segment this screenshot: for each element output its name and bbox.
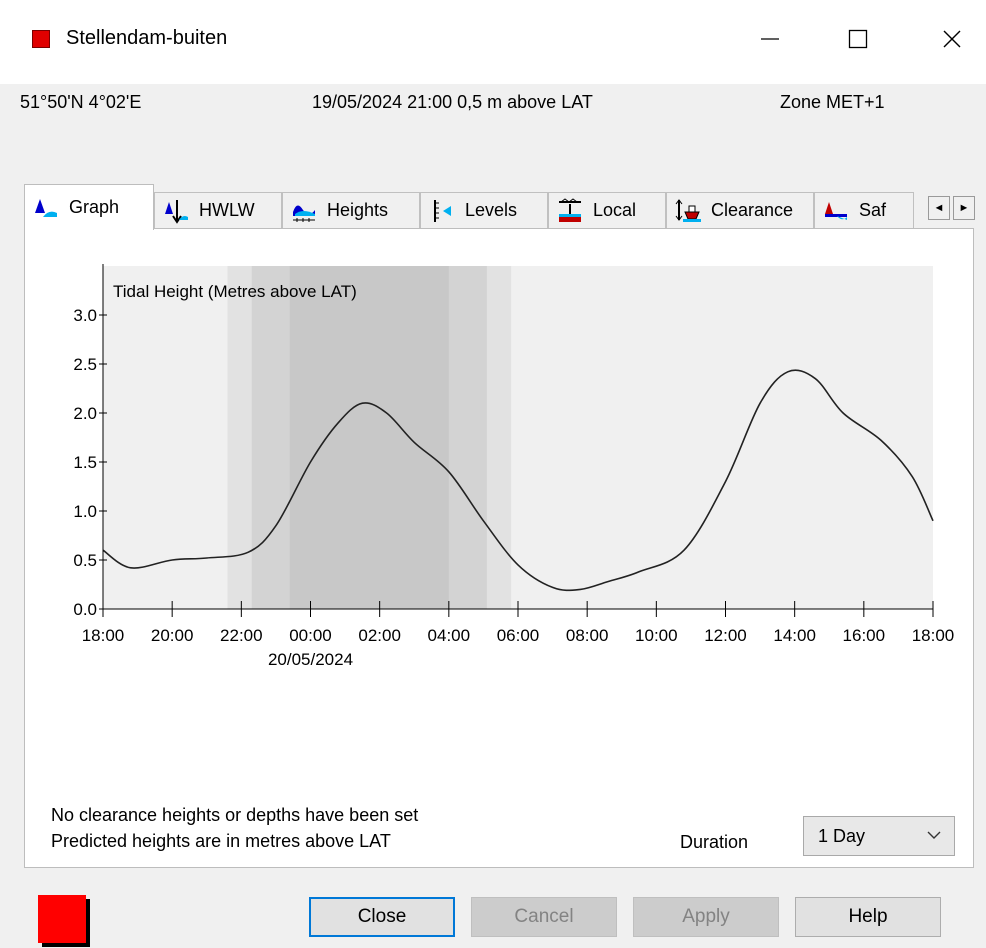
- current-datetime-height: 19/05/2024 21:00 0,5 m above LAT: [312, 92, 593, 112]
- x-tick-label: 10:00: [635, 626, 678, 645]
- y-tick-label: 0.5: [73, 551, 97, 570]
- window-title: Stellendam-buiten: [66, 27, 228, 49]
- x-tick-label: 20:00: [151, 626, 194, 645]
- x-tick-label: 22:00: [220, 626, 263, 645]
- tab-label: Clearance: [711, 200, 794, 220]
- tidal-height-chart: 0.0 0.5 1.0 1.5 2.0 2.5 3.0 18:00 20:00 22:00 00:0…: [73, 264, 955, 669]
- y-tick-label: 1.0: [73, 502, 97, 521]
- tab-heights[interactable]: Heights: [282, 192, 420, 228]
- apply-button[interactable]: Apply: [633, 897, 779, 937]
- x-tick-label: 18:00: [82, 626, 125, 645]
- tab-levels[interactable]: Levels: [420, 192, 548, 228]
- tab-local[interactable]: Local: [548, 192, 666, 228]
- duration-value: 1 Day: [818, 826, 866, 846]
- tab-hwlw[interactable]: HWLW: [154, 192, 282, 228]
- station-position: 51°50'N 4°02'E: [20, 92, 142, 112]
- tab-safety[interactable]: Saf: [814, 192, 914, 228]
- x-tick-label: 16:00: [843, 626, 886, 645]
- x-tick-label: 00:00: [289, 626, 332, 645]
- y-tick-label: 2.5: [73, 355, 97, 374]
- app-icon: [32, 30, 50, 48]
- x-tick-label: 06:00: [497, 626, 540, 645]
- maximize-button[interactable]: [828, 14, 888, 64]
- clearance-icon: [675, 198, 701, 222]
- tab-label: Heights: [327, 200, 389, 220]
- units-note: Predicted heights are in metres above LA…: [51, 831, 391, 851]
- hwlw-icon: [165, 199, 188, 224]
- x-tick-label: 14:00: [773, 626, 816, 645]
- tab-label: Saf: [859, 200, 887, 220]
- chart-title: Tidal Height (Metres above LAT): [113, 282, 357, 301]
- tab-label: Levels: [465, 200, 518, 220]
- shading-band: [289, 266, 449, 609]
- tab-scroll-right-button[interactable]: ►: [953, 196, 975, 220]
- safety-icon: [825, 201, 847, 220]
- local-icon: [559, 197, 581, 222]
- status-color-swatch: [38, 895, 86, 943]
- arrow-left-icon: ◄: [933, 202, 945, 214]
- y-tick-label: 0.0: [73, 600, 97, 619]
- graph-icon: [35, 198, 57, 217]
- close-icon: [943, 30, 961, 48]
- x-tick-label: 12:00: [704, 626, 747, 645]
- duration-label: Duration: [680, 832, 749, 852]
- graph-panel: 0.0 0.5 1.0 1.5 2.0 2.5 3.0 18:00 20:00 22:00 00:0…: [24, 228, 974, 868]
- cancel-button[interactable]: Cancel: [471, 897, 617, 937]
- y-tick-label: 1.5: [73, 453, 97, 472]
- x-tick-label: 18:00: [912, 626, 955, 645]
- x-tick-label: 08:00: [566, 626, 609, 645]
- maximize-icon: [848, 29, 868, 49]
- clearance-note: No clearance heights or depths have been…: [51, 805, 419, 825]
- tab-graph[interactable]: Graph: [24, 184, 154, 230]
- time-zone: Zone MET+1: [780, 92, 885, 112]
- help-button[interactable]: Help: [795, 897, 941, 937]
- y-tick-label: 3.0: [73, 306, 97, 325]
- y-tick-label: 2.0: [73, 404, 97, 423]
- close-button[interactable]: Close: [309, 897, 455, 937]
- tab-label: Local: [593, 200, 637, 220]
- levels-icon: [434, 199, 451, 222]
- title-bar: Stellendam-buiten: [0, 0, 986, 84]
- minimize-button[interactable]: [740, 14, 800, 64]
- minimize-icon: [761, 38, 779, 40]
- arrow-right-icon: ►: [958, 202, 970, 214]
- chevron-down-icon: [927, 831, 941, 839]
- close-window-button[interactable]: [922, 14, 982, 64]
- tab-label: Graph: [69, 197, 120, 217]
- heights-icon: [293, 204, 315, 222]
- tab-clearance[interactable]: Clearance: [666, 192, 814, 228]
- tab-scroll-left-button[interactable]: ◄: [928, 196, 950, 220]
- date-label: 20/05/2024: [268, 650, 353, 669]
- x-tick-label: 04:00: [428, 626, 471, 645]
- tab-label: HWLW: [199, 200, 255, 220]
- duration-select[interactable]: 1 Day: [803, 816, 955, 856]
- x-tick-label: 02:00: [358, 626, 401, 645]
